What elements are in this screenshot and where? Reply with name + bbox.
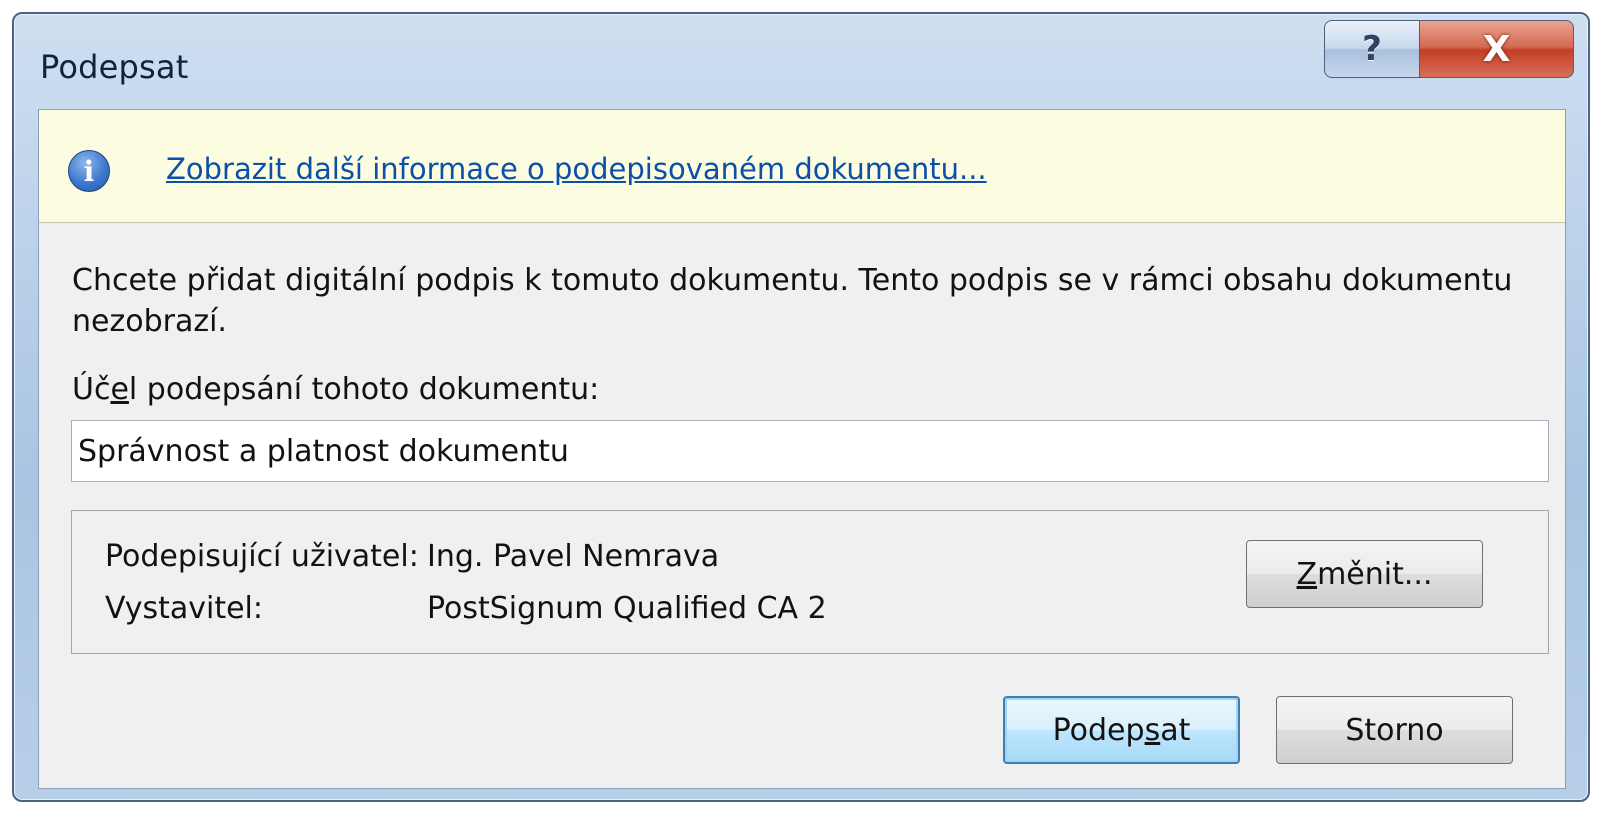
help-button[interactable]: ? — [1324, 20, 1420, 78]
sign-accelerator: s — [1144, 712, 1161, 748]
more-info-link[interactable]: Zobrazit další informace o podepisovaném… — [166, 152, 987, 186]
sign-label-part: Podep — [1052, 712, 1145, 748]
purpose-input[interactable] — [71, 420, 1549, 482]
change-accelerator: Z — [1296, 556, 1318, 592]
info-icon: i — [68, 150, 110, 192]
title-bar[interactable]: Podepsat ? X — [14, 14, 1588, 109]
sign-label-rest: at — [1160, 712, 1191, 748]
close-button[interactable]: X — [1419, 20, 1574, 78]
signature-description: Chcete přidat digitální podpis k tomuto … — [72, 263, 1513, 339]
sign-dialog-window: Podepsat ? X i Zobrazit další informace … — [12, 12, 1590, 802]
issuer-label: Vystavitel: — [105, 591, 263, 626]
info-bar: i Zobrazit další informace o podepisovan… — [39, 110, 1565, 223]
issuer-value: PostSignum Qualified CA 2 — [427, 591, 827, 626]
cancel-button[interactable]: Storno — [1276, 696, 1513, 764]
purpose-label: Účel podepsání tohoto dokumentu: — [72, 372, 599, 407]
help-icon: ? — [1362, 29, 1382, 69]
purpose-label-accelerator: e — [110, 372, 129, 407]
change-signer-button[interactable]: Změnit... — [1246, 540, 1483, 608]
signer-user-value: Ing. Pavel Nemrava — [427, 539, 720, 574]
dialog-content: i Zobrazit další informace o podepisovan… — [38, 109, 1566, 789]
change-label: měnit... — [1317, 556, 1433, 592]
purpose-label-part: Úč — [72, 372, 111, 407]
sign-button[interactable]: Podep s at — [1003, 696, 1240, 764]
close-icon: X — [1482, 28, 1511, 70]
purpose-label-rest: l podepsání tohoto dokumentu: — [128, 372, 600, 407]
window-title: Podepsat — [40, 48, 189, 86]
signer-user-label: Podepisující uživatel: — [105, 539, 419, 574]
